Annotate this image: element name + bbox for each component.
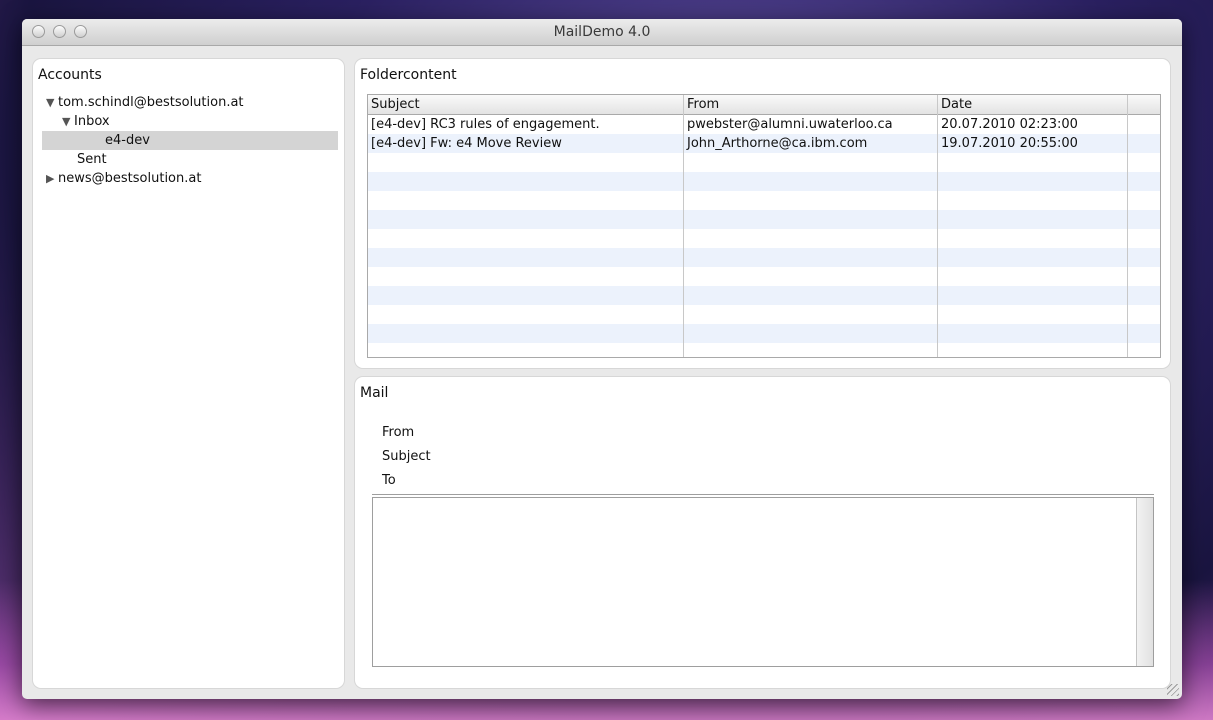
mail-title: Mail [360, 385, 389, 401]
column-header-from[interactable]: From [684, 95, 938, 114]
from-label: From [382, 425, 415, 440]
expanded-triangle-icon[interactable]: ▼ [46, 93, 58, 112]
cell-date: 19.07.2010 20:55:00 [941, 136, 1078, 151]
accounts-panel: Accounts ▼ tom.schindl@bestsolution.at ▼ I… [33, 59, 344, 688]
tree-item-label: news@bestsolution.at [58, 171, 202, 186]
main-window: MailDemo 4.0 Accounts ▼ tom.schindl@bests… [22, 19, 1182, 699]
column-divider [937, 95, 938, 357]
column-header-date[interactable]: Date [938, 95, 1128, 114]
column-divider [683, 95, 684, 357]
empty-row [368, 343, 1160, 357]
tree-item-inbox[interactable]: ▼ Inbox [42, 112, 338, 131]
table-rows: [e4-dev] RC3 rules of engagement. pwebst… [368, 115, 1160, 357]
tree-item-account-news[interactable]: ▶ news@bestsolution.at [42, 169, 338, 188]
table-row[interactable]: [e4-dev] Fw: e4 Move Review John_Arthorn… [368, 134, 1160, 153]
separator [372, 494, 1154, 495]
expanded-triangle-icon[interactable]: ▼ [62, 112, 74, 131]
column-divider [1127, 95, 1128, 357]
cell-subject: [e4-dev] RC3 rules of engagement. [371, 117, 600, 132]
tree-item-account-tom[interactable]: ▼ tom.schindl@bestsolution.at [42, 93, 338, 112]
window-title: MailDemo 4.0 [553, 24, 651, 40]
subject-label: Subject [382, 449, 431, 464]
column-header-filler [1128, 95, 1160, 114]
mail-body-textarea[interactable] [372, 497, 1154, 667]
foldercontent-title: Foldercontent [360, 67, 457, 83]
tree-item-e4-dev[interactable]: e4-dev [42, 131, 338, 150]
cell-from: pwebster@alumni.uwaterloo.ca [687, 117, 893, 132]
collapsed-triangle-icon[interactable]: ▶ [46, 169, 58, 188]
resize-grip-icon[interactable] [1167, 684, 1179, 696]
table-header: Subject From Date [368, 95, 1160, 115]
tree-item-label: e4-dev [105, 133, 150, 148]
cell-date: 20.07.2010 02:23:00 [941, 117, 1078, 132]
tree-item-sent[interactable]: Sent [42, 150, 338, 169]
tree-item-label: Inbox [74, 114, 110, 129]
table-row[interactable]: [e4-dev] RC3 rules of engagement. pwebst… [368, 115, 1160, 134]
mail-body-scrollbar[interactable] [1136, 498, 1153, 666]
empty-row [368, 210, 1160, 229]
title-bar[interactable]: MailDemo 4.0 [22, 19, 1182, 46]
empty-row [368, 248, 1160, 267]
empty-row [368, 191, 1160, 210]
message-table: Subject From Date [e4-dev] RC3 rules of … [367, 94, 1161, 358]
empty-row [368, 324, 1160, 343]
tree-item-label: tom.schindl@bestsolution.at [58, 95, 244, 110]
accounts-tree: ▼ tom.schindl@bestsolution.at ▼ Inbox e4-d… [42, 93, 338, 188]
mail-panel: Mail From Subject To [355, 377, 1170, 688]
column-header-subject[interactable]: Subject [368, 95, 684, 114]
empty-row [368, 229, 1160, 248]
accounts-title: Accounts [38, 67, 102, 83]
foldercontent-panel: Foldercontent Subject From Date [e4-dev]… [355, 59, 1170, 368]
to-label: To [382, 473, 396, 488]
tree-item-label: Sent [77, 152, 107, 167]
cell-from: John_Arthorne@ca.ibm.com [687, 136, 868, 151]
empty-row [368, 172, 1160, 191]
cell-subject: [e4-dev] Fw: e4 Move Review [371, 136, 562, 151]
empty-row [368, 286, 1160, 305]
empty-row [368, 153, 1160, 172]
empty-row [368, 305, 1160, 324]
empty-row [368, 267, 1160, 286]
